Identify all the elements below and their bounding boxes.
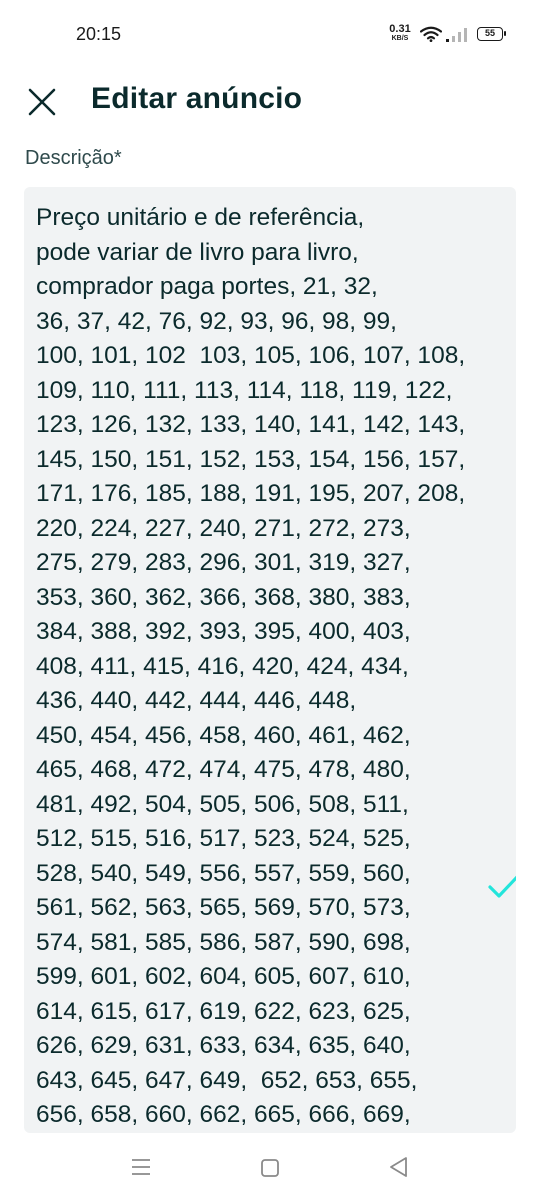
network-speed-unit: KB/S [391,35,409,42]
status-bar: 20:15 0.31 KB/S 55 [0,0,540,72]
signal-icon [446,28,467,42]
network-speed-value: 0.31 [389,23,411,35]
menu-icon[interactable] [130,1158,152,1176]
wifi-icon [420,26,442,42]
description-textarea[interactable]: Preço unitário e de referência, pode var… [24,187,516,1133]
navigation-bar [0,1134,540,1200]
close-icon[interactable] [24,84,60,120]
battery-level: 55 [484,28,495,38]
description-label: Descrição* [25,147,122,169]
battery-icon: 55 [477,27,506,41]
page-title: Editar anúncio [91,82,303,115]
status-time: 20:15 [76,24,122,44]
network-speed-indicator: 0.31 KB/S [386,24,414,44]
description-text[interactable]: Preço unitário e de referência, pode var… [36,201,465,1133]
back-icon[interactable] [388,1156,410,1178]
home-icon[interactable] [260,1158,280,1178]
check-icon [488,875,516,898]
